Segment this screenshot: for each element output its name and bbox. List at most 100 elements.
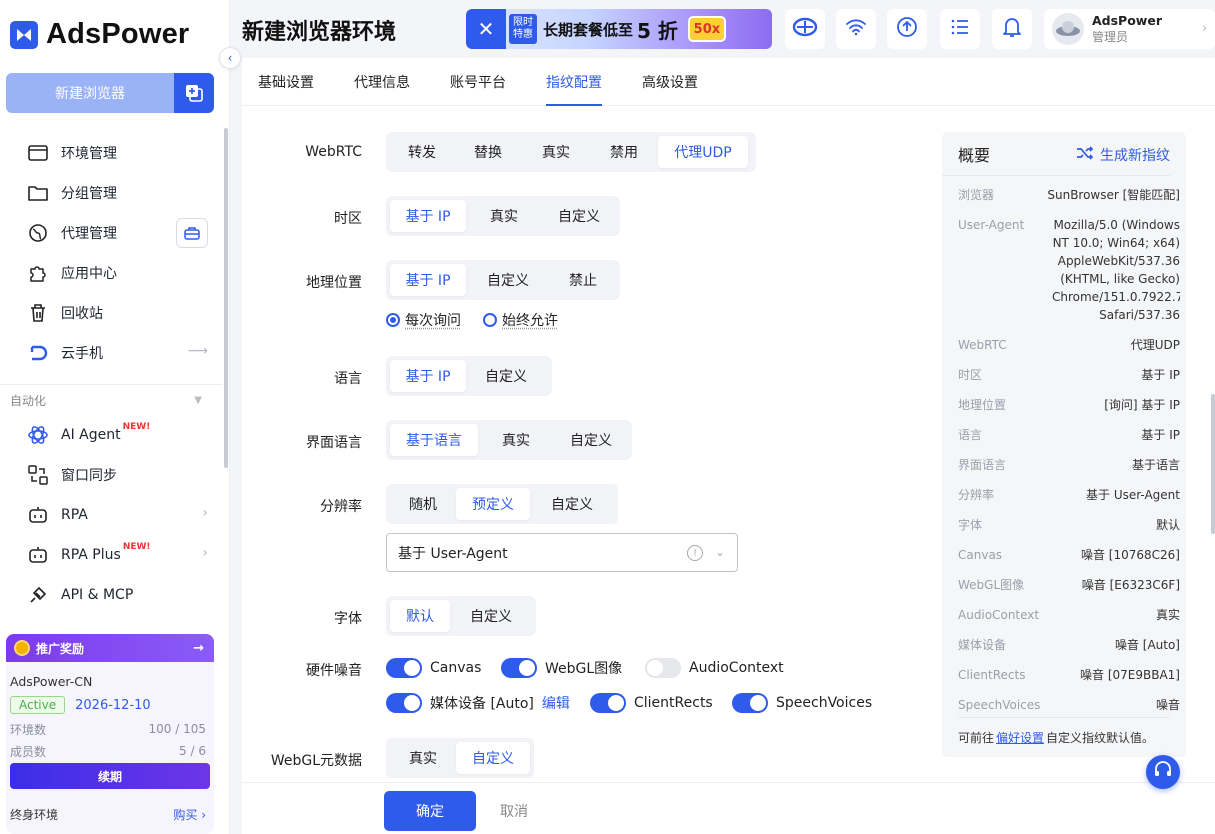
sidebar-item-window-sync[interactable]: 窗口同步 (0, 455, 222, 495)
webgl-meta-label: WebGL元数据 (270, 753, 362, 769)
timezone-option-ip[interactable]: 基于 IP (390, 200, 466, 232)
ui-language-option-real[interactable]: 真实 (478, 424, 554, 456)
logo[interactable]: AdsPower (10, 18, 189, 51)
toggle-switch[interactable] (386, 658, 422, 678)
section-automation[interactable]: 自动化 ▼ (0, 385, 222, 415)
timezone-option-custom[interactable]: 自定义 (542, 200, 616, 232)
proxy-shop-icon[interactable] (176, 218, 208, 248)
sidebar-item-label: 云手机 (61, 346, 103, 362)
tasks-button[interactable] (940, 9, 980, 49)
info-icon[interactable]: ! (687, 545, 703, 561)
trash-icon (27, 302, 49, 324)
resolution-option-custom[interactable]: 自定义 (530, 488, 614, 520)
tab-account-platform[interactable]: 账号平台 (450, 58, 506, 106)
kernel-button[interactable] (785, 9, 825, 49)
toggle-speechvoices[interactable]: SpeechVoices (732, 693, 872, 713)
edit-media-devices-link[interactable]: 编辑 (542, 693, 570, 713)
collapse-sidebar-button[interactable]: ‹ (219, 47, 241, 69)
toggle-switch[interactable] (590, 693, 626, 713)
sidebar-item-apps[interactable]: 应用中心 (0, 253, 222, 293)
toggle-webgl-image[interactable]: WebGL图像 (501, 658, 622, 678)
radio-label: 每次询问 (405, 313, 461, 329)
sidebar-item-ai-agent[interactable]: AI Agent NEW! (0, 415, 222, 455)
cancel-button[interactable]: 取消 (500, 791, 528, 831)
webgl-meta-option-real[interactable]: 真实 (390, 742, 456, 774)
update-button[interactable] (887, 9, 927, 49)
network-button[interactable] (836, 9, 876, 49)
confirm-button[interactable]: 确定 (384, 791, 476, 831)
toggle-switch[interactable] (501, 658, 537, 678)
tab-basic[interactable]: 基础设置 (258, 58, 314, 106)
webrtc-option-forward[interactable]: 转发 (390, 136, 454, 168)
tab-bar: 基础设置 代理信息 账号平台 指纹配置 高级设置 (242, 58, 1215, 106)
geo-option-custom[interactable]: 自定义 (466, 264, 550, 296)
sidebar-item-rpa-plus[interactable]: RPA Plus NEW! › (0, 535, 222, 575)
user-menu[interactable]: AdsPower 管理员 › (1044, 9, 1215, 49)
sidebar-item-trash[interactable]: 回收站 (0, 293, 222, 333)
resolution-option-preset[interactable]: 预定义 (456, 488, 530, 520)
webrtc-option-replace[interactable]: 替换 (454, 136, 522, 168)
ui-language-option-lang[interactable]: 基于语言 (390, 424, 478, 456)
new-browser-button[interactable]: 新建浏览器 (6, 73, 214, 113)
sidebar-scrollbar[interactable] (224, 128, 228, 468)
geo-option-block[interactable]: 禁止 (550, 264, 616, 296)
toggle-switch[interactable] (386, 693, 422, 713)
avatar (1052, 13, 1084, 45)
webrtc-option-proxy-udp[interactable]: 代理UDP (658, 136, 748, 168)
notifications-button[interactable] (992, 9, 1032, 49)
support-button[interactable] (1146, 755, 1180, 789)
font-option-custom[interactable]: 自定义 (450, 600, 532, 632)
main-nav: 环境管理 分组管理 代理管理 应用中心 回收站 云手机 ⟶ 自动化 ▼ AI A… (0, 133, 222, 615)
webgl-meta-segmented: 真实 自定义 (386, 738, 534, 778)
webgl-meta-option-custom[interactable]: 自定义 (456, 742, 530, 774)
chevron-down-icon: ⌄ (714, 545, 725, 559)
summary-key: WebGL图像 (958, 578, 1025, 592)
language-option-ip[interactable]: 基于 IP (390, 360, 466, 392)
webrtc-option-disable[interactable]: 禁用 (590, 136, 658, 168)
geo-option-ip[interactable]: 基于 IP (390, 264, 466, 296)
radio-ask-each-time[interactable]: 每次询问 (386, 310, 461, 330)
batch-add-icon[interactable] (174, 73, 214, 113)
sidebar-item-label: 环境管理 (61, 146, 117, 162)
summary-row: AudioContext 真实 (958, 606, 1180, 636)
generate-fingerprint-button[interactable]: 生成新指纹 (1076, 145, 1170, 165)
member-stat: 成员数 5 / 6 (10, 740, 210, 762)
toggle-switch[interactable] (645, 658, 681, 678)
main-scrollbar[interactable] (1211, 394, 1215, 534)
sidebar-item-proxy[interactable]: 代理管理 (0, 213, 222, 253)
sidebar-item-api-mcp[interactable]: API & MCP (0, 575, 222, 615)
toggle-clientrects[interactable]: ClientRects (590, 693, 713, 713)
sidebar-item-cloud-phone[interactable]: 云手机 ⟶ (0, 333, 222, 373)
buy-link[interactable]: 购买 › (173, 806, 206, 823)
summary-value: 噪音 [10768C26] (1080, 548, 1180, 562)
top-header: 新建浏览器环境 ✕ 限时 特惠 长期套餐低至 5 折 50x AdsPower 管… (230, 0, 1215, 58)
sidebar-item-environments[interactable]: 环境管理 (0, 133, 222, 173)
renew-button[interactable]: 续期 (10, 763, 210, 789)
preferences-link[interactable]: 偏好设置 (996, 729, 1044, 746)
font-option-default[interactable]: 默认 (390, 600, 450, 632)
promo-header[interactable]: 推广奖励 → (6, 634, 214, 662)
update-icon (896, 16, 918, 42)
toggle-audiocontext[interactable]: AudioContext (645, 658, 784, 678)
new-browser-label[interactable]: 新建浏览器 (6, 73, 174, 113)
language-option-custom[interactable]: 自定义 (466, 360, 546, 392)
promo-banner[interactable]: ✕ 限时 特惠 长期套餐低至 5 折 50x (466, 9, 772, 49)
resolution-option-random[interactable]: 随机 (390, 488, 456, 520)
ui-language-option-custom[interactable]: 自定义 (554, 424, 628, 456)
tab-proxy[interactable]: 代理信息 (354, 58, 410, 106)
sidebar-item-groups[interactable]: 分组管理 (0, 173, 222, 213)
webrtc-option-real[interactable]: 真实 (522, 136, 590, 168)
toggle-canvas[interactable]: Canvas (386, 658, 481, 678)
tab-advanced[interactable]: 高级设置 (642, 58, 698, 106)
promo-title: 推广奖励 (36, 641, 85, 656)
tab-fingerprint[interactable]: 指纹配置 (546, 58, 602, 106)
resolution-select[interactable]: 基于 User-Agent ! ⌄ (386, 533, 738, 572)
radio-always-allow[interactable]: 始终允许 (483, 310, 558, 330)
toggle-switch[interactable] (732, 693, 768, 713)
summary-list: 浏览器 SunBrowser [智能匹配] User-Agent Mozilla/5… (958, 186, 1180, 716)
summary-row: 分辨率 基于 User-Agent (958, 486, 1180, 516)
toggle-media-devices[interactable]: 媒体设备 [Auto] 编辑 (386, 693, 570, 713)
timezone-option-real[interactable]: 真实 (466, 200, 542, 232)
summary-key: 浏览器 (958, 188, 995, 202)
sidebar-item-rpa[interactable]: RPA › (0, 495, 222, 535)
